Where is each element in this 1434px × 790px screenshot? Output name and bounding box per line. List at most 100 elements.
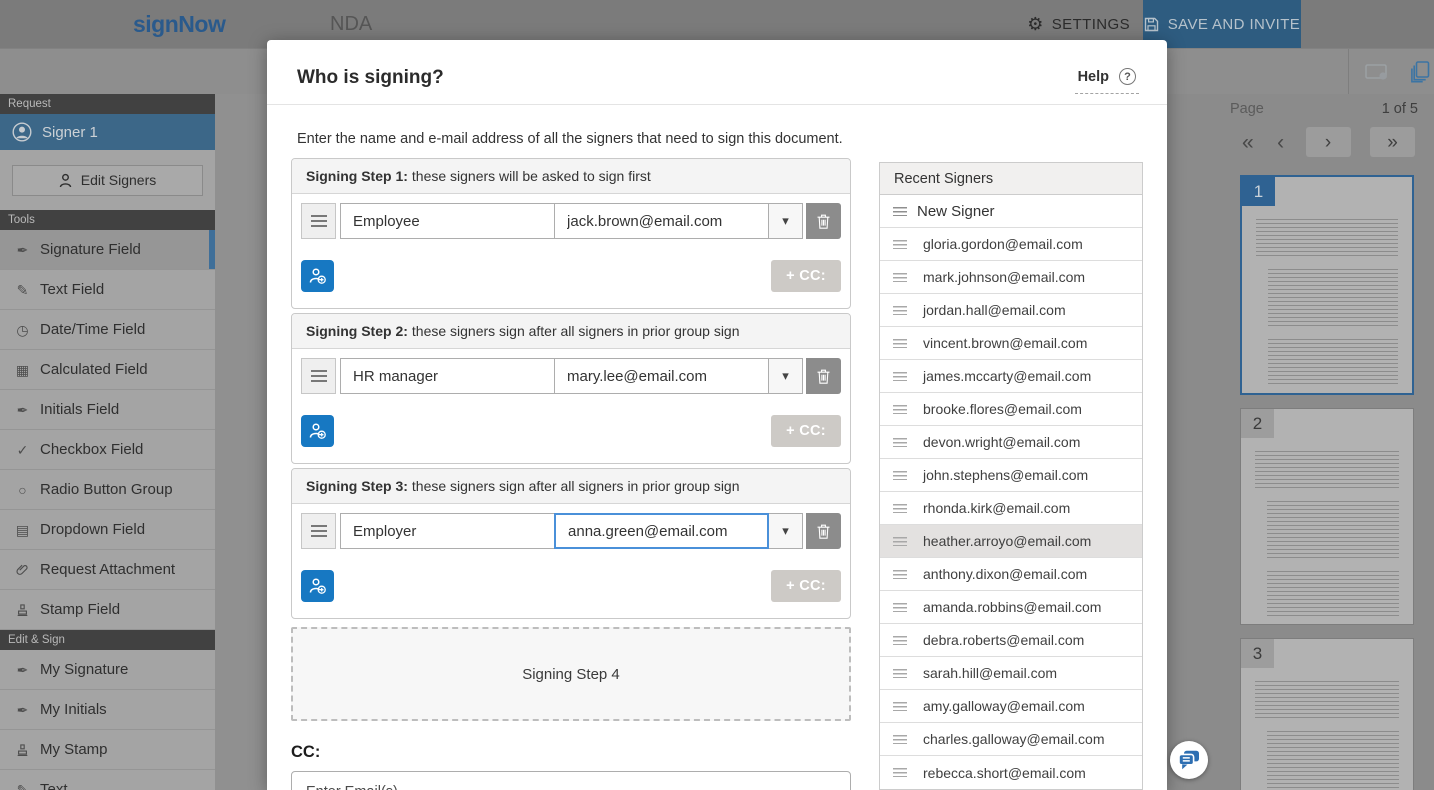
person-plus-icon xyxy=(309,422,327,440)
signer-name-input[interactable] xyxy=(340,203,555,239)
prev-page-button[interactable]: ‹ xyxy=(1275,132,1286,153)
add-signer-button[interactable] xyxy=(301,570,334,602)
delete-signer-button[interactable] xyxy=(806,513,841,549)
add-cc-button[interactable]: + CC: xyxy=(771,260,841,292)
sidebar-tools: ✒Signature Field✎Text Field ◷ Date/Time Fi… xyxy=(0,230,215,630)
pages-copy-icon xyxy=(1410,61,1430,83)
first-page-button[interactable]: « xyxy=(1240,132,1256,153)
sidebar-item-calculated-field[interactable]: ▦Calculated Field xyxy=(0,350,215,390)
trash-icon xyxy=(817,524,830,539)
clock-icon: ◷ xyxy=(14,323,31,337)
drag-handle[interactable] xyxy=(301,358,336,394)
edit-signers-button[interactable]: Edit Signers xyxy=(12,165,203,196)
recent-signer-row[interactable]: john.stephens@email.com xyxy=(880,459,1142,492)
delete-signer-button[interactable] xyxy=(806,358,841,394)
signer-email-input[interactable] xyxy=(554,358,769,394)
recent-signer-row[interactable]: heather.arroyo@email.com xyxy=(880,525,1142,558)
page-number-badge: 2 xyxy=(1241,409,1274,438)
calc-icon: ▦ xyxy=(14,363,31,377)
recent-signer-row[interactable]: gloria.gordon@email.com xyxy=(880,228,1142,261)
sidebar-item-label: My Signature xyxy=(40,661,128,678)
new-signer-row[interactable]: New Signer xyxy=(880,195,1142,228)
sidebar-item-date-time-field[interactable]: ◷ Date/Time Field xyxy=(0,310,215,350)
signing-step-3-header: Signing Step 3: these signers sign after… xyxy=(292,469,850,504)
sidebar-item-label: Signature Field xyxy=(40,241,141,258)
recent-signer-row[interactable]: mark.johnson@email.com xyxy=(880,261,1142,294)
modal-header: Who is signing? Help ? xyxy=(267,40,1167,105)
add-signer-button[interactable] xyxy=(301,415,334,447)
stamp-icon xyxy=(14,743,31,757)
drag-handle[interactable] xyxy=(301,203,336,239)
chat-support-button[interactable] xyxy=(1170,741,1208,779)
next-page-button[interactable]: › xyxy=(1306,127,1351,157)
step-subtitle: these signers will be asked to sign firs… xyxy=(412,168,651,184)
sidebar-item-my-stamp[interactable]: My Stamp xyxy=(0,730,215,770)
recent-signer-row[interactable]: devon.wright@email.com xyxy=(880,426,1142,459)
stamp-icon xyxy=(14,603,31,617)
sidebar-item-checkbox-field[interactable]: ✓Checkbox Field xyxy=(0,430,215,470)
page-number-badge: 3 xyxy=(1241,639,1274,668)
add-signer-button[interactable] xyxy=(301,260,334,292)
sidebar-item-label: Date/Time Field xyxy=(40,321,145,338)
signer-name-input[interactable] xyxy=(340,358,555,394)
recent-signer-row[interactable]: anthony.dixon@email.com xyxy=(880,558,1142,591)
sidebar-item-signature-field[interactable]: ✒Signature Field xyxy=(0,230,215,270)
recent-signer-row[interactable]: amy.galloway@email.com xyxy=(880,690,1142,723)
recent-signer-row[interactable]: sarah.hill@email.com xyxy=(880,657,1142,690)
toolbar-cell[interactable] xyxy=(1406,49,1434,95)
sidebar-item-my-signature[interactable]: ✒My Signature xyxy=(0,650,215,690)
email-dropdown-button[interactable]: ▾ xyxy=(768,203,803,239)
help-link[interactable]: Help ? xyxy=(1075,68,1139,94)
add-cc-button[interactable]: + CC: xyxy=(771,570,841,602)
modal-content: Enter the name and e-mail address of all… xyxy=(291,106,1143,790)
trash-icon xyxy=(817,214,830,229)
last-page-icon: » xyxy=(1387,132,1398,153)
thumbnail-text xyxy=(1267,571,1399,619)
delete-signer-button[interactable] xyxy=(806,203,841,239)
sidebar-item-stamp-field[interactable]: Stamp Field xyxy=(0,590,215,630)
recent-signer-row[interactable]: vincent.brown@email.com xyxy=(880,327,1142,360)
page-thumbnail-1[interactable]: 1 xyxy=(1240,175,1414,395)
drag-handle-icon xyxy=(893,207,907,216)
page-navigation: « ‹ › » xyxy=(1240,127,1415,157)
sidebar-item-initials-field[interactable]: ✒Initials Field xyxy=(0,390,215,430)
recent-signer-email: brooke.flores@email.com xyxy=(923,401,1082,417)
sidebar-item-signer-1[interactable]: Signer 1 xyxy=(0,114,215,150)
sidebar-item-text[interactable]: ✎Text xyxy=(0,770,215,790)
page-thumbnail-3[interactable]: 3 xyxy=(1240,638,1414,790)
drag-handle-icon xyxy=(893,339,907,348)
sidebar-item-my-initials[interactable]: ✒My Initials xyxy=(0,690,215,730)
caret-down-icon: ▾ xyxy=(782,213,789,229)
email-dropdown-button[interactable]: ▾ xyxy=(768,358,803,394)
recent-signer-row[interactable]: rhonda.kirk@email.com xyxy=(880,492,1142,525)
recent-signers-panel: Recent Signers New Signer gloria.gordon@… xyxy=(879,162,1143,790)
add-cc-button[interactable]: + CC: xyxy=(771,415,841,447)
who-is-signing-modal: Who is signing? Help ? Enter the name an… xyxy=(267,40,1167,790)
toolbar-cell[interactable] xyxy=(1348,49,1406,95)
recent-signer-email: amanda.robbins@email.com xyxy=(923,599,1101,615)
sidebar-item-dropdown-field[interactable]: ▤Dropdown Field xyxy=(0,510,215,550)
recent-signer-row[interactable]: debra.roberts@email.com xyxy=(880,624,1142,657)
signer-email-input-focused[interactable] xyxy=(554,513,769,549)
recent-signer-row[interactable]: james.mccarty@email.com xyxy=(880,360,1142,393)
email-dropdown-button[interactable]: ▾ xyxy=(768,513,803,549)
drag-handle[interactable] xyxy=(301,513,336,549)
last-page-button[interactable]: » xyxy=(1370,127,1415,157)
recent-signer-row[interactable]: charles.galloway@email.com xyxy=(880,723,1142,756)
cc-emails-input[interactable] xyxy=(291,771,851,790)
signer-email-input[interactable] xyxy=(554,203,769,239)
signer-name-input[interactable] xyxy=(340,513,555,549)
recent-signer-row[interactable]: rebecca.short@email.com xyxy=(880,756,1142,789)
recent-signer-email: charles.galloway@email.com xyxy=(923,731,1105,747)
sidebar-item-radio-button-group[interactable]: ○Radio Button Group xyxy=(0,470,215,510)
signing-step-4-dropzone[interactable]: Signing Step 4 xyxy=(291,627,851,721)
recent-signer-row[interactable]: brooke.flores@email.com xyxy=(880,393,1142,426)
recent-signer-row[interactable]: amanda.robbins@email.com xyxy=(880,591,1142,624)
page-thumbnail-2[interactable]: 2 xyxy=(1240,408,1414,625)
drag-handle-icon xyxy=(893,603,907,612)
step-title: Signing Step 2: xyxy=(306,323,408,339)
recent-signer-row[interactable]: jordan.hall@email.com xyxy=(880,294,1142,327)
recent-signer-email: debra.roberts@email.com xyxy=(923,632,1084,648)
sidebar-item-text-field[interactable]: ✎Text Field xyxy=(0,270,215,310)
sidebar-item-request-attachment[interactable]: Request Attachment xyxy=(0,550,215,590)
